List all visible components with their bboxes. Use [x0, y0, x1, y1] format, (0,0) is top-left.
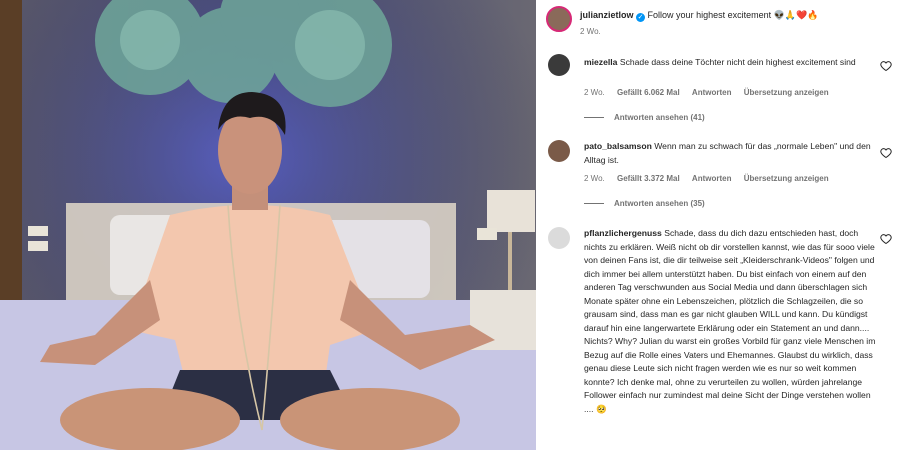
- post-caption: Follow your highest excitement 👽🙏❤️🔥: [647, 10, 819, 20]
- like-heart-icon[interactable]: [880, 232, 892, 245]
- like-heart-icon[interactable]: [880, 146, 892, 159]
- replies-line: [584, 203, 604, 205]
- replies-line: [584, 117, 604, 119]
- author-username[interactable]: julianzietlow: [580, 10, 634, 20]
- comment-username[interactable]: miezella: [584, 57, 617, 67]
- post-age: 2 Wo.: [580, 27, 601, 36]
- comment-avatar[interactable]: [548, 54, 570, 76]
- comment-meta: 2 Wo. Gefällt 3.372 Mal Antworten Überse…: [584, 174, 839, 183]
- comment-meta: 2 Wo. Gefällt 6.062 Mal Antworten Überse…: [584, 88, 839, 97]
- reply-button[interactable]: Antworten: [692, 88, 732, 97]
- comment-username[interactable]: pato_balsamson: [584, 141, 652, 151]
- comment-avatar[interactable]: [548, 140, 570, 162]
- post-image[interactable]: [0, 0, 536, 450]
- author-avatar[interactable]: [546, 6, 572, 32]
- view-replies-button[interactable]: Antworten ansehen (35): [584, 199, 705, 208]
- translate-button[interactable]: Übersetzung anzeigen: [744, 88, 829, 97]
- comment-text: Schade dass deine Töchter nicht dein hig…: [619, 57, 856, 67]
- verified-badge-icon: ✓: [636, 13, 646, 22]
- comment-likes[interactable]: Gefällt 3.372 Mal: [617, 174, 680, 183]
- comment-username[interactable]: pflanzlichergenuss: [584, 228, 662, 238]
- comment-body: pflanzlichergenuss Schade, dass du dich …: [584, 227, 876, 416]
- comment-body: pato_balsamson Wenn man zu schwach für d…: [584, 140, 874, 167]
- comment-text: Schade, dass du dich dazu entschieden ha…: [584, 228, 876, 414]
- comment-avatar[interactable]: [548, 227, 570, 249]
- comment-age: 2 Wo.: [584, 88, 605, 97]
- comment-likes[interactable]: Gefällt 6.062 Mal: [617, 88, 680, 97]
- view-replies-button[interactable]: Antworten ansehen (41): [584, 113, 705, 122]
- post-caption-row: julianzietlow ✓ Follow your highest exci…: [580, 10, 818, 22]
- reply-button[interactable]: Antworten: [692, 174, 732, 183]
- comment-age: 2 Wo.: [584, 174, 605, 183]
- comment-body: miezella Schade dass deine Töchter nicht…: [584, 56, 869, 70]
- comments-panel: julianzietlow ✓ Follow your highest exci…: [536, 0, 900, 450]
- translate-button[interactable]: Übersetzung anzeigen: [744, 174, 829, 183]
- like-heart-icon[interactable]: [880, 59, 892, 72]
